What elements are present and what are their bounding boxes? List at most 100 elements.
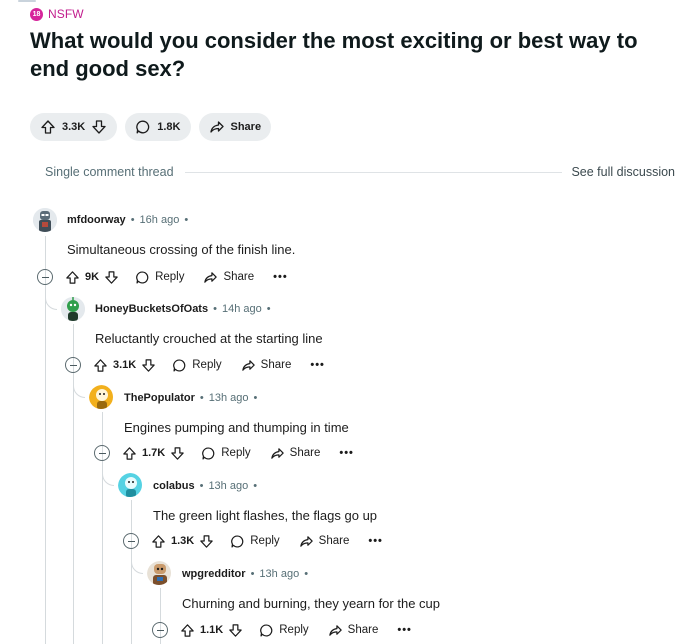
share-label: Share <box>260 359 292 371</box>
share-icon <box>209 121 224 133</box>
thread-elbow <box>131 558 143 574</box>
upvote-icon[interactable] <box>122 446 137 461</box>
upvote-icon[interactable] <box>40 119 56 135</box>
collapse-button[interactable] <box>152 622 168 638</box>
thread-bar: Single comment thread See full discussio… <box>30 164 680 182</box>
post-comments-button[interactable]: 1.8K <box>125 113 191 141</box>
reply-button[interactable]: Reply <box>201 446 251 461</box>
downvote-icon[interactable] <box>228 623 243 638</box>
more-options-button[interactable]: ••• <box>273 271 288 283</box>
downvote-icon[interactable] <box>91 119 107 135</box>
upvote-icon[interactable] <box>180 623 195 638</box>
share-label: Share <box>289 447 321 459</box>
post-vote-pill: 3.3K <box>30 113 118 141</box>
post-share-button[interactable]: Share <box>198 113 272 141</box>
separator-dot: • <box>199 480 204 492</box>
collapse-button[interactable] <box>94 445 110 461</box>
more-options-button[interactable]: ••• <box>310 359 325 371</box>
vote-count: 1.3K <box>171 535 195 547</box>
comment-actions: 3.1K Reply Share ••• <box>65 357 325 373</box>
comment-icon <box>136 120 150 134</box>
see-full-discussion-link[interactable]: See full discussion <box>571 165 675 179</box>
reply-button[interactable]: Reply <box>259 623 309 638</box>
separator-dot: • <box>199 392 204 404</box>
collapse-button[interactable] <box>37 269 53 285</box>
comment-time[interactable]: 13h ago <box>259 568 299 580</box>
comment-author[interactable]: colabus <box>153 480 195 492</box>
thread-rail <box>131 500 132 644</box>
share-icon <box>299 535 313 547</box>
more-options-button[interactable]: ••• <box>339 447 354 459</box>
comment-icon <box>202 446 215 460</box>
share-button[interactable]: Share <box>241 358 292 373</box>
share-button[interactable]: Share <box>270 446 321 461</box>
vote-group: 1.1K <box>180 623 243 638</box>
comment: wpgredditor • 13h ago • Churning and bur… <box>0 0 693 638</box>
comment-icon <box>173 358 186 372</box>
comment-body: Reluctantly crouched at the starting lin… <box>95 331 323 346</box>
vote-count: 1.7K <box>142 447 166 459</box>
upvote-icon[interactable] <box>93 358 108 373</box>
reply-button[interactable]: Reply <box>135 270 184 285</box>
vote-count: 3.1K <box>113 359 137 371</box>
comment-actions: 9K Reply Share ••• <box>37 269 288 285</box>
share-label: Share <box>318 535 350 547</box>
avatar[interactable] <box>61 297 85 321</box>
reply-label: Reply <box>250 535 280 547</box>
comment-time[interactable]: 14h ago <box>222 303 262 315</box>
avatar[interactable] <box>33 208 57 232</box>
post-actions: 3.3K 1.8K Share <box>30 113 272 141</box>
share-button[interactable]: Share <box>203 270 254 285</box>
reply-button[interactable]: Reply <box>172 358 222 373</box>
avatar[interactable] <box>89 385 113 409</box>
vote-group: 9K <box>65 270 119 285</box>
comment-author[interactable]: HoneyBucketsOfOats <box>95 303 208 315</box>
separator-dot: • <box>253 392 258 404</box>
comment-body: Engines pumping and thumping in time <box>124 420 349 435</box>
reply-label: Reply <box>221 447 251 459</box>
comment-time[interactable]: 13h ago <box>208 480 248 492</box>
comment-actions: 1.3K Reply Share ••• <box>123 533 383 549</box>
collapse-button[interactable] <box>123 533 139 549</box>
thread-elbow <box>102 470 114 486</box>
comment-time[interactable]: 13h ago <box>209 392 249 404</box>
downvote-icon[interactable] <box>170 446 185 461</box>
downvote-icon[interactable] <box>141 358 156 373</box>
vote-count: 9K <box>85 271 100 283</box>
reply-button[interactable]: Reply <box>230 534 280 549</box>
downvote-icon[interactable] <box>104 270 119 285</box>
downvote-icon[interactable] <box>199 534 214 549</box>
reply-label: Reply <box>192 359 222 371</box>
share-label: Share <box>347 624 379 636</box>
share-button[interactable]: Share <box>328 623 379 638</box>
more-options-button[interactable]: ••• <box>397 624 412 636</box>
share-label: Share <box>223 271 255 283</box>
avatar[interactable] <box>118 473 142 497</box>
comment-author[interactable]: ThePopulator <box>124 392 195 404</box>
share-icon <box>328 624 342 636</box>
comment-body: The green light flashes, the flags go up <box>153 508 378 523</box>
divider <box>185 172 562 173</box>
post-vote-count: 3.3K <box>62 121 86 133</box>
thread-elbow <box>73 382 85 398</box>
comment-author[interactable]: wpgredditor <box>182 568 246 580</box>
vote-group: 3.1K <box>93 358 156 373</box>
upvote-icon[interactable] <box>65 270 80 285</box>
share-label: Share <box>230 121 262 133</box>
single-thread-label: Single comment thread <box>45 165 174 179</box>
collapse-button[interactable] <box>65 357 81 373</box>
separator-dot: • <box>184 214 189 226</box>
comment-time[interactable]: 16h ago <box>140 214 180 226</box>
reply-label: Reply <box>155 271 185 283</box>
comment-author[interactable]: mfdoorway <box>67 214 126 226</box>
upvote-icon[interactable] <box>151 534 166 549</box>
share-button[interactable]: Share <box>299 534 350 549</box>
avatar[interactable] <box>147 561 171 585</box>
comment-body: Simultaneous crossing of the finish line… <box>67 242 296 257</box>
comment-icon <box>260 623 273 637</box>
more-options-button[interactable]: ••• <box>368 535 383 547</box>
comment-actions: 1.7K Reply Share ••• <box>94 445 354 461</box>
thread-elbow <box>45 294 57 310</box>
separator-dot: • <box>250 568 255 580</box>
post-comment-count: 1.8K <box>157 121 181 133</box>
